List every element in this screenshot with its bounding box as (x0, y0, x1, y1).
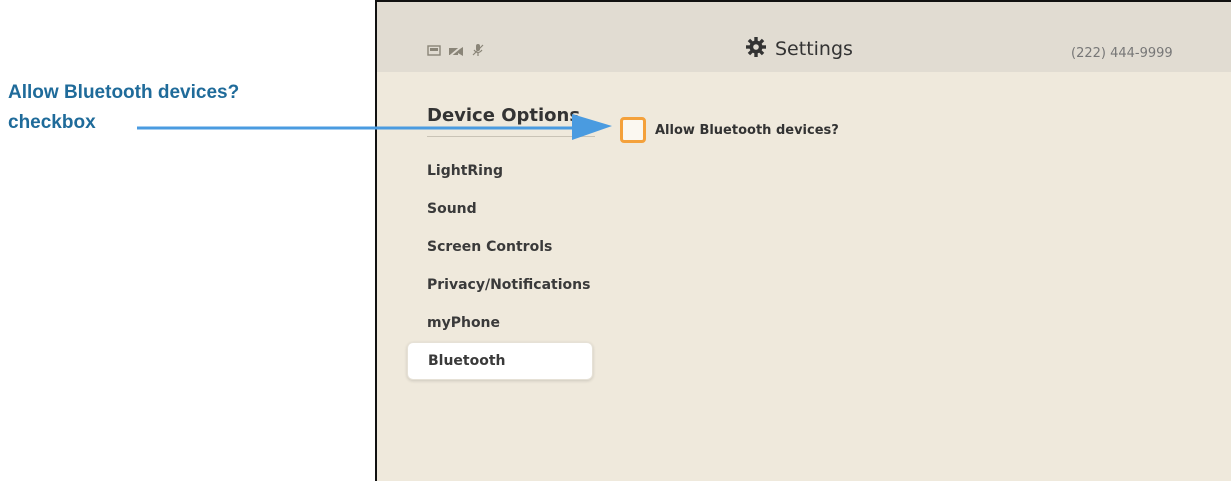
sidebar-menu: LightRing Sound Screen Controls Privacy/… (407, 152, 593, 380)
sidebar-item-lightring[interactable]: LightRing (407, 152, 593, 190)
allow-bluetooth-label: Allow Bluetooth devices? (655, 122, 839, 138)
allow-bluetooth-option[interactable]: Allow Bluetooth devices? (620, 117, 839, 143)
sidebar-item-myphone[interactable]: myPhone (407, 304, 593, 342)
microphone-off-icon (471, 42, 485, 61)
sidebar-item-screen-controls[interactable]: Screen Controls (407, 228, 593, 266)
section-divider (427, 136, 595, 137)
gear-icon (745, 36, 767, 62)
phone-number: (222) 444-9999 (1071, 46, 1173, 61)
settings-screen: Settings (222) 444-9999 Device Options L… (375, 0, 1231, 481)
status-icons (427, 42, 485, 61)
header-title-group: Settings (745, 36, 853, 62)
callout-label: Allow Bluetooth devices? checkbox (8, 78, 239, 138)
callout-line-2: checkbox (8, 112, 96, 133)
top-bar: Settings (222) 444-9999 (377, 0, 1231, 72)
sidebar-item-bluetooth[interactable]: Bluetooth (407, 342, 593, 380)
page-title: Settings (775, 38, 853, 60)
sidebar-item-privacy-notifications[interactable]: Privacy/Notifications (407, 266, 593, 304)
callout-line-1: Allow Bluetooth devices? (8, 82, 240, 103)
section-title: Device Options (427, 105, 581, 126)
allow-bluetooth-checkbox[interactable] (620, 117, 646, 143)
camera-off-icon (448, 42, 464, 61)
sidebar-item-sound[interactable]: Sound (407, 190, 593, 228)
display-icon (427, 42, 441, 61)
